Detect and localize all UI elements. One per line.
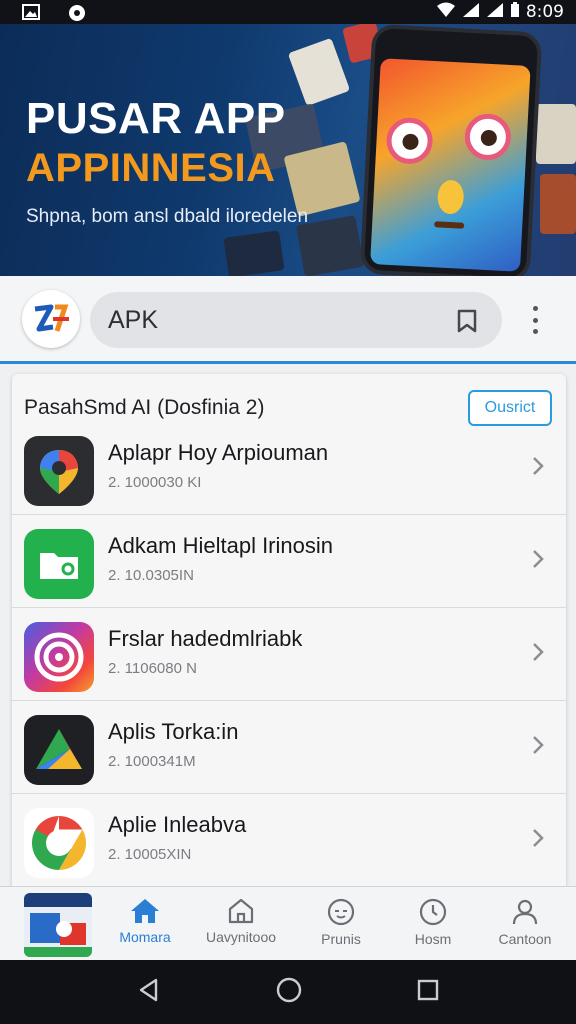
search-bar-row: APK	[0, 276, 576, 364]
app-name: Frslar hadedmlriabk	[108, 626, 303, 651]
nav-label: Prunis	[321, 931, 361, 947]
banner-tile	[540, 174, 576, 234]
app-size: 2. 1106080 N	[108, 660, 197, 677]
list-item[interactable]: Adkam Hieltapl Irinosin 2. 10.0305IN	[12, 515, 566, 608]
recents-icon[interactable]	[416, 978, 440, 1007]
more-vert-icon[interactable]	[527, 306, 543, 334]
list-item[interactable]: Frslar hadedmlriabk 2. 1106080 N	[12, 608, 566, 701]
character-nose	[436, 179, 465, 215]
nav-label: Momara	[119, 929, 171, 945]
app-logo[interactable]	[22, 290, 80, 348]
bookmark-icon[interactable]	[456, 309, 478, 338]
nav-label: Uavynitooo	[205, 929, 277, 945]
power-clock-icon	[418, 897, 448, 927]
section-title: PasahSmd AI (Dosfinia 2)	[24, 396, 265, 419]
spiral-icon	[24, 622, 94, 692]
nav-hosm[interactable]: Hosm	[388, 897, 478, 947]
banner-brand: APPINNESIA	[26, 146, 276, 190]
app-size: 2. 10005XIN	[108, 846, 192, 863]
maps-pin-icon	[24, 436, 94, 506]
nav-prunis[interactable]: Prunis	[296, 897, 386, 947]
app-name: Aplis Torka:in	[108, 719, 239, 744]
app-list-card: PasahSmd AI (Dosfinia 2) Ousrict Aplapr …	[12, 374, 566, 894]
gallery-icon	[22, 4, 40, 20]
app-name: Aplapr Hoy Arpiouman	[108, 440, 329, 465]
app-thumbnail[interactable]	[24, 893, 92, 957]
search-input-value: APK	[108, 305, 159, 334]
phone-screen	[370, 58, 531, 272]
banner-tile	[287, 37, 351, 107]
chevron-right-icon	[532, 549, 544, 574]
promo-banner[interactable]: PUSAR APP APPINNESIA Shpna, bom ansl dba…	[0, 24, 576, 276]
system-navigation-bar	[0, 960, 576, 1024]
folder-icon	[24, 529, 94, 599]
list-item[interactable]: Aplie Inleabva 2. 10005XIN	[12, 794, 566, 887]
chevron-right-icon	[532, 456, 544, 481]
app-size: 2. 1000341M	[108, 753, 196, 770]
banner-title: PUSAR APP	[26, 94, 286, 143]
home-circle-icon[interactable]	[275, 976, 303, 1009]
clock-face-icon	[326, 897, 356, 927]
signal-icon	[462, 2, 480, 23]
chevron-right-icon	[532, 642, 544, 667]
house-outline-icon	[226, 897, 256, 925]
record-icon	[68, 4, 86, 21]
wifi-icon	[436, 2, 456, 23]
banner-tile	[223, 230, 285, 276]
character-mouth	[434, 221, 465, 229]
eye-right	[463, 112, 513, 162]
chevron-right-icon	[532, 828, 544, 853]
nav-account[interactable]: Cantoon	[480, 897, 570, 947]
app-size: 2. 10.0305IN	[108, 567, 194, 584]
nav-label: Cantoon	[498, 931, 552, 947]
nav-home[interactable]: Momara	[100, 897, 190, 945]
phone-illustration	[359, 24, 543, 276]
bottom-navigation: Momara Uavynitooo Prunis Hosm Cantoon	[0, 886, 576, 960]
home-icon	[129, 897, 161, 925]
play-triangle-icon	[24, 715, 94, 785]
back-icon[interactable]	[136, 977, 162, 1008]
list-item[interactable]: Aplapr Hoy Arpiouman 2. 1000030 KI	[12, 422, 566, 515]
nav-label: Hosm	[414, 931, 452, 947]
search-input[interactable]: APK	[90, 292, 502, 348]
app-name: Aplie Inleabva	[108, 812, 247, 837]
list-item[interactable]: Aplis Torka:in 2. 1000341M	[12, 701, 566, 794]
section-action-button[interactable]: Ousrict	[468, 390, 552, 426]
status-bar: 8:09	[0, 0, 576, 24]
banner-tile	[536, 104, 576, 164]
eye-left	[385, 116, 434, 165]
app-size: 2. 1000030 KI	[108, 474, 202, 491]
app-name: Adkam Hieltapl Irinosin	[108, 533, 333, 558]
person-icon	[510, 897, 540, 927]
status-time: 8:09	[525, 2, 564, 22]
battery-icon	[510, 1, 520, 23]
app-screen: 8:09 PUSAR APP APPINNESIA Shpna, bom ans…	[0, 0, 576, 1024]
nav-updates[interactable]: Uavynitooo	[196, 897, 286, 945]
chrome-icon	[24, 808, 94, 878]
chevron-right-icon	[532, 735, 544, 760]
banner-subtitle: Shpna, bom ansl dbald iloredelen	[26, 206, 309, 227]
signal-icon	[486, 2, 504, 23]
